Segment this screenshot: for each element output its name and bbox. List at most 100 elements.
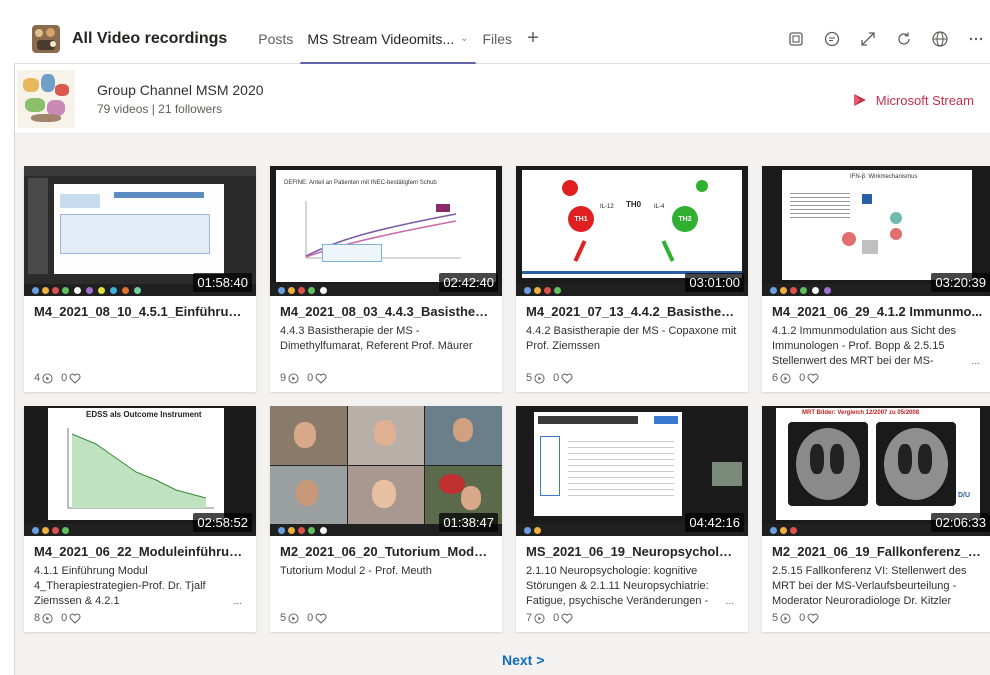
next-page-link[interactable]: Next > [502, 652, 544, 668]
il12-label: IL-12 [600, 204, 614, 210]
heart-icon [69, 373, 81, 384]
play-circle-icon [288, 372, 299, 384]
video-description-text: 2.1.10 Neuropsychologie: kognitive Störu… [526, 565, 709, 607]
video-title[interactable]: MS_2021_06_19_Neuropsychologi... [526, 544, 738, 559]
group-thumbnail[interactable] [17, 69, 75, 128]
video-card[interactable]: 01:58:40 M4_2021_08_10_4.5.1_Einführung … [24, 166, 256, 392]
video-thumbnail[interactable]: DEFINE: Anteil an Patienten mit INEC-bes… [270, 166, 502, 296]
like-count[interactable]: 0 [307, 612, 327, 624]
play-circle-icon [534, 372, 545, 384]
view-count-value: 8 [34, 612, 41, 624]
like-count-value: 0 [553, 372, 560, 384]
conversation-icon[interactable] [822, 29, 842, 49]
participant-tile [348, 466, 424, 524]
video-card[interactable]: IFN-β: Wirkmechanismus 03:20:39 M4_2021_… [762, 166, 990, 392]
view-count: 5 [280, 612, 299, 624]
refresh-icon[interactable] [894, 29, 914, 49]
group-meta: 79 videos | 21 followers [97, 101, 223, 116]
tab-ms-stream[interactable]: MS Stream Videomits... ⌄ [300, 14, 476, 64]
description-more-marker: ... [721, 594, 734, 609]
video-description: 4.4.3 Basistherapie der MS - Dimethylfum… [280, 325, 473, 352]
video-card[interactable]: MRT Bilder: Vergleich 12/2007 zu 05/2008… [762, 406, 990, 632]
add-tab-icon[interactable]: + [519, 14, 547, 64]
channel-top-bar: All Video recordings Posts MS Stream Vid… [14, 14, 990, 64]
video-stats: 5 0 [772, 612, 827, 624]
play-circle-icon [780, 372, 791, 384]
tab-posts[interactable]: Posts [251, 14, 300, 64]
play-circle-icon [780, 612, 791, 624]
description-more-marker: ... [229, 594, 242, 609]
video-stats: 4 0 [34, 372, 89, 384]
slide-title: EDSS als Outcome Instrument [86, 410, 202, 419]
video-thumbnail[interactable]: EDSS als Outcome Instrument 02:58:52 [24, 406, 256, 536]
view-count: 8 [34, 612, 53, 624]
microsoft-stream-link[interactable]: Microsoft Stream [852, 92, 974, 108]
like-count[interactable]: 0 [799, 372, 819, 384]
heart-icon [561, 613, 573, 624]
video-description: 2.5.15 Fallkonferenz VI: Stellenwert des… [772, 565, 967, 607]
video-thumbnail[interactable]: 01:58:40 [24, 166, 256, 296]
view-count-value: 4 [34, 372, 41, 384]
video-card[interactable]: 04:42:16 MS_2021_06_19_Neuropsychologi..… [516, 406, 748, 632]
video-title[interactable]: M4_2021_08_10_4.5.1_Einführung ... [34, 304, 246, 319]
video-card[interactable]: 01:38:47 M2_2021_06_20_Tutorium_Modul...… [270, 406, 502, 632]
more-options-icon[interactable] [966, 29, 986, 49]
video-title[interactable]: M4_2021_06_22_Moduleinführun... [34, 544, 246, 559]
view-count: 7 [526, 612, 545, 624]
like-count[interactable]: 0 [307, 372, 327, 384]
like-count-value: 0 [61, 372, 68, 384]
like-count[interactable]: 0 [799, 612, 819, 624]
view-count-value: 5 [280, 612, 287, 624]
team-avatar[interactable] [32, 24, 60, 53]
video-thumbnail[interactable]: MRT Bilder: Vergleich 12/2007 zu 05/2008… [762, 406, 990, 536]
tab-files[interactable]: Files [476, 14, 520, 64]
video-thumbnail[interactable]: 01:38:47 [270, 406, 502, 536]
like-count[interactable]: 0 [61, 612, 81, 624]
video-card[interactable]: DEFINE: Anteil an Patienten mit INEC-bes… [270, 166, 502, 392]
video-stats: 5 0 [280, 612, 335, 624]
heart-icon [807, 613, 819, 624]
video-description-text: 4.1.1 Einführung Modul 4_Therapiestrateg… [34, 565, 206, 607]
video-thumbnail[interactable]: 04:42:16 [516, 406, 748, 536]
globe-icon[interactable] [930, 29, 950, 49]
slide-label: D/U [958, 492, 971, 499]
expand-icon[interactable] [858, 29, 878, 49]
video-stats: 9 0 [280, 372, 335, 384]
play-circle-icon [42, 372, 53, 384]
video-title[interactable]: M2_2021_06_20_Tutorium_Modul... [280, 544, 492, 559]
like-count-value: 0 [307, 372, 314, 384]
video-title[interactable]: M4_2021_08_03_4.4.3_Basisthera... [280, 304, 492, 319]
video-title[interactable]: M4_2021_07_13_4.4.2_Basisthera... [526, 304, 738, 319]
video-thumbnail[interactable]: TH1 IL-12 TH0 IL-4 TH2 03:01:00 [516, 166, 748, 296]
view-count: 5 [772, 612, 791, 624]
microsoft-stream-icon [853, 94, 866, 106]
like-count[interactable]: 0 [61, 372, 81, 384]
video-stats: 6 0 [772, 372, 827, 384]
video-card[interactable]: EDSS als Outcome Instrument 02:58:52 M4_… [24, 406, 256, 632]
play-circle-icon [42, 612, 53, 624]
heart-icon [69, 613, 81, 624]
chevron-down-icon[interactable]: ⌄ [460, 33, 468, 44]
view-count-value: 5 [526, 372, 533, 384]
heart-icon [807, 373, 819, 384]
play-circle-icon [534, 612, 545, 624]
video-stats: 8 0 [34, 612, 89, 624]
video-duration: 01:58:40 [193, 273, 252, 292]
heart-icon [315, 613, 327, 624]
video-card[interactable]: TH1 IL-12 TH0 IL-4 TH2 03:01:00 M4_2021_… [516, 166, 748, 392]
like-count[interactable]: 0 [553, 612, 573, 624]
view-count: 4 [34, 372, 53, 384]
slide-title: MRT Bilder: Vergleich 12/2007 zu 05/2008 [802, 410, 920, 416]
tab-settings-icon[interactable] [786, 29, 806, 49]
video-thumbnail[interactable]: IFN-β: Wirkmechanismus 03:20:39 [762, 166, 990, 296]
video-description: 4.1.1 Einführung Modul 4_Therapiestrateg… [34, 564, 246, 609]
video-duration: 03:01:00 [685, 273, 744, 292]
video-title[interactable]: M2_2021_06_19_Fallkonferenz_M... [772, 544, 984, 559]
tab-ms-stream-label: MS Stream Videomits... [307, 30, 455, 47]
video-title[interactable]: M4_2021_06_29_4.1.2 Immunmo... [772, 304, 984, 319]
il4-label: IL-4 [654, 204, 665, 210]
like-count[interactable]: 0 [553, 372, 573, 384]
video-stats: 7 0 [526, 612, 581, 624]
like-count-value: 0 [553, 612, 560, 624]
participant-tile [270, 406, 347, 465]
